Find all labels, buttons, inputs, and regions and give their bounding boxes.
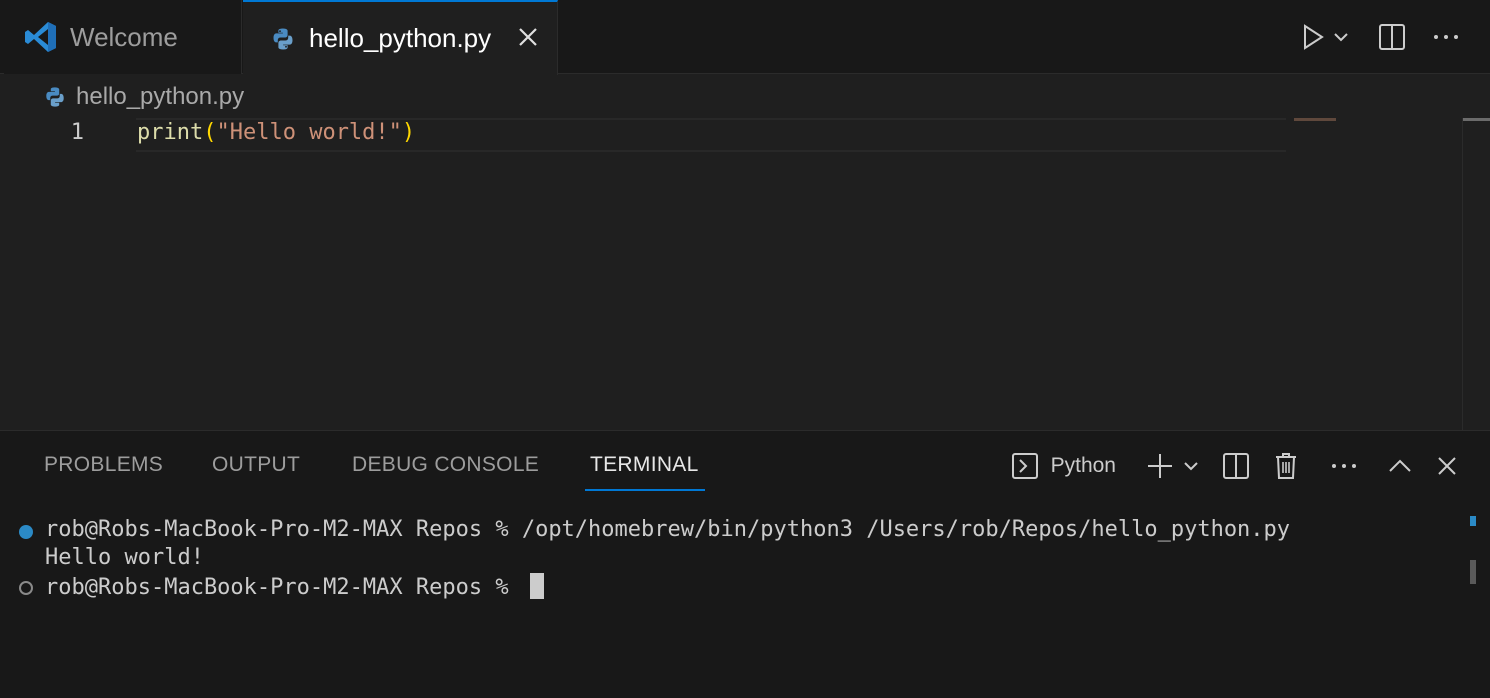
tab-terminal[interactable]: TERMINAL (590, 453, 699, 477)
scrollbar-thumb[interactable] (1463, 118, 1490, 121)
tab-welcome[interactable]: Welcome (4, 0, 242, 74)
maximize-panel-icon[interactable] (1380, 446, 1420, 486)
terminal-profile-label: Python (1050, 454, 1116, 477)
command-decoration[interactable] (19, 581, 33, 595)
terminal-cursor (529, 573, 544, 599)
new-terminal-icon[interactable] (1140, 446, 1180, 486)
tab-problems[interactable]: PROBLEMS (44, 453, 163, 477)
code-bracket: ( (203, 120, 217, 145)
tab-hello-python[interactable]: hello_python.py (243, 0, 558, 75)
line-number: 1 (70, 120, 84, 145)
panel-actions: Python (1011, 445, 1462, 487)
close-panel-icon[interactable] (1432, 446, 1462, 486)
terminal-profile[interactable]: Python (1011, 452, 1116, 480)
active-tab-indicator (585, 489, 705, 491)
python-file-icon (44, 86, 66, 108)
chevron-down-icon[interactable] (1328, 17, 1354, 57)
code-line[interactable]: print("Hello world!") (137, 120, 415, 145)
close-icon[interactable] (517, 26, 539, 48)
vscode-logo-icon (24, 20, 58, 54)
terminal-output-line: Hello world! (45, 545, 204, 570)
tab-label: hello_python.py (309, 23, 492, 53)
more-actions-icon[interactable] (1426, 17, 1466, 57)
terminal-prompt: rob@Robs-MacBook-Pro-M2-MAX Repos % (45, 575, 522, 600)
bottom-panel: PROBLEMS OUTPUT DEBUG CONSOLE TERMINAL P… (0, 430, 1490, 698)
editor-actions (1298, 0, 1490, 74)
code-function: print (137, 120, 204, 145)
chevron-down-icon[interactable] (1180, 446, 1202, 486)
split-editor-icon[interactable] (1372, 17, 1412, 57)
split-terminal-icon[interactable] (1216, 446, 1256, 486)
code-bracket: ) (401, 120, 416, 145)
run-python-file-icon[interactable] (1298, 17, 1328, 57)
terminal-icon (1011, 452, 1039, 480)
minimap[interactable] (1294, 118, 1336, 121)
code-string: "Hello world!" (216, 120, 402, 145)
breadcrumb-file: hello_python.py (76, 83, 245, 110)
more-actions-icon[interactable] (1324, 446, 1364, 486)
terminal-line: rob@Robs-MacBook-Pro-M2-MAX Repos % /opt… (45, 517, 1291, 542)
terminal-prompt-line: rob@Robs-MacBook-Pro-M2-MAX Repos % (45, 573, 544, 601)
terminal-scrollbar-marker (1470, 516, 1476, 526)
editor-tab-bar: Welcome hello_python.py (0, 0, 1490, 75)
tab-debug-console[interactable]: DEBUG CONSOLE (352, 453, 539, 477)
tab-output[interactable]: OUTPUT (212, 453, 300, 477)
python-file-icon (271, 27, 295, 51)
trash-icon[interactable] (1266, 446, 1306, 486)
tab-label: Welcome (70, 21, 178, 52)
breadcrumb[interactable]: hello_python.py (44, 82, 244, 112)
terminal-scrollbar-thumb[interactable] (1470, 560, 1476, 584)
editor-scrollbar[interactable] (1462, 118, 1490, 430)
command-success-decoration[interactable] (19, 525, 33, 539)
